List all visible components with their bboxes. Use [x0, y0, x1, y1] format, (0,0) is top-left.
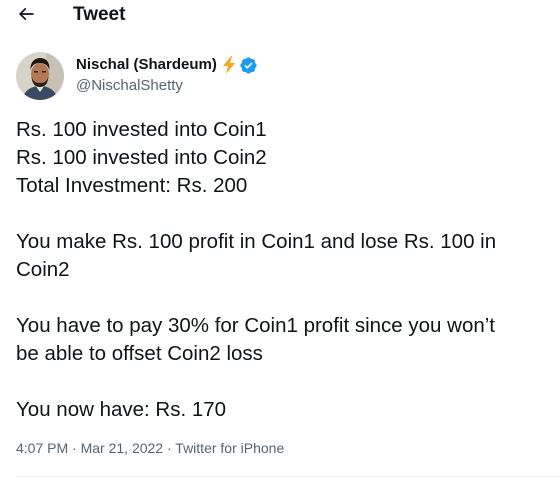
divider: [16, 476, 560, 477]
tweet-source[interactable]: Twitter for iPhone: [175, 440, 284, 456]
tweet-line: You now have: Rs. 170: [16, 398, 227, 421]
verified-badge-icon: [239, 56, 258, 75]
tweet-author: Nischal (Shardeum) @NischalShetty: [16, 52, 416, 100]
avatar-image: [16, 52, 64, 100]
meta-separator: ·: [163, 440, 176, 456]
author-handle[interactable]: @NischalShetty: [76, 76, 183, 96]
tweet-time[interactable]: 4:07 PM: [16, 440, 68, 456]
tweet-meta: 4:07 PM · Mar 21, 2022 · Twitter for iPh…: [16, 438, 284, 458]
tweet-text: Rs. 100 invested into Coin1 Rs. 100 inve…: [16, 116, 560, 424]
avatar[interactable]: [16, 52, 64, 100]
meta-separator: ·: [68, 440, 81, 456]
back-button[interactable]: [12, 2, 40, 26]
page-title: Tweet: [73, 4, 126, 25]
tweet-date[interactable]: Mar 21, 2022: [81, 440, 164, 456]
tweet-line: You have to pay 30% for Coin1 profit sin…: [16, 314, 496, 337]
tweet-line: Rs. 100 invested into Coin1: [16, 118, 267, 141]
page-header: Tweet: [0, 0, 560, 30]
author-name-row: Nischal (Shardeum): [76, 55, 258, 75]
author-name[interactable]: Nischal (Shardeum): [76, 55, 217, 75]
tweet-line: Total Investment: Rs. 200: [16, 174, 248, 197]
lightning-bolt-icon: [221, 56, 237, 74]
tweet-line: be able to offset Coin2 loss: [16, 342, 263, 365]
tweet-line: Rs. 100 invested into Coin2: [16, 146, 267, 169]
arrow-left-icon: [18, 7, 34, 21]
tweet-line: Coin2: [16, 258, 70, 281]
tweet-line: You make Rs. 100 profit in Coin1 and los…: [16, 230, 497, 253]
